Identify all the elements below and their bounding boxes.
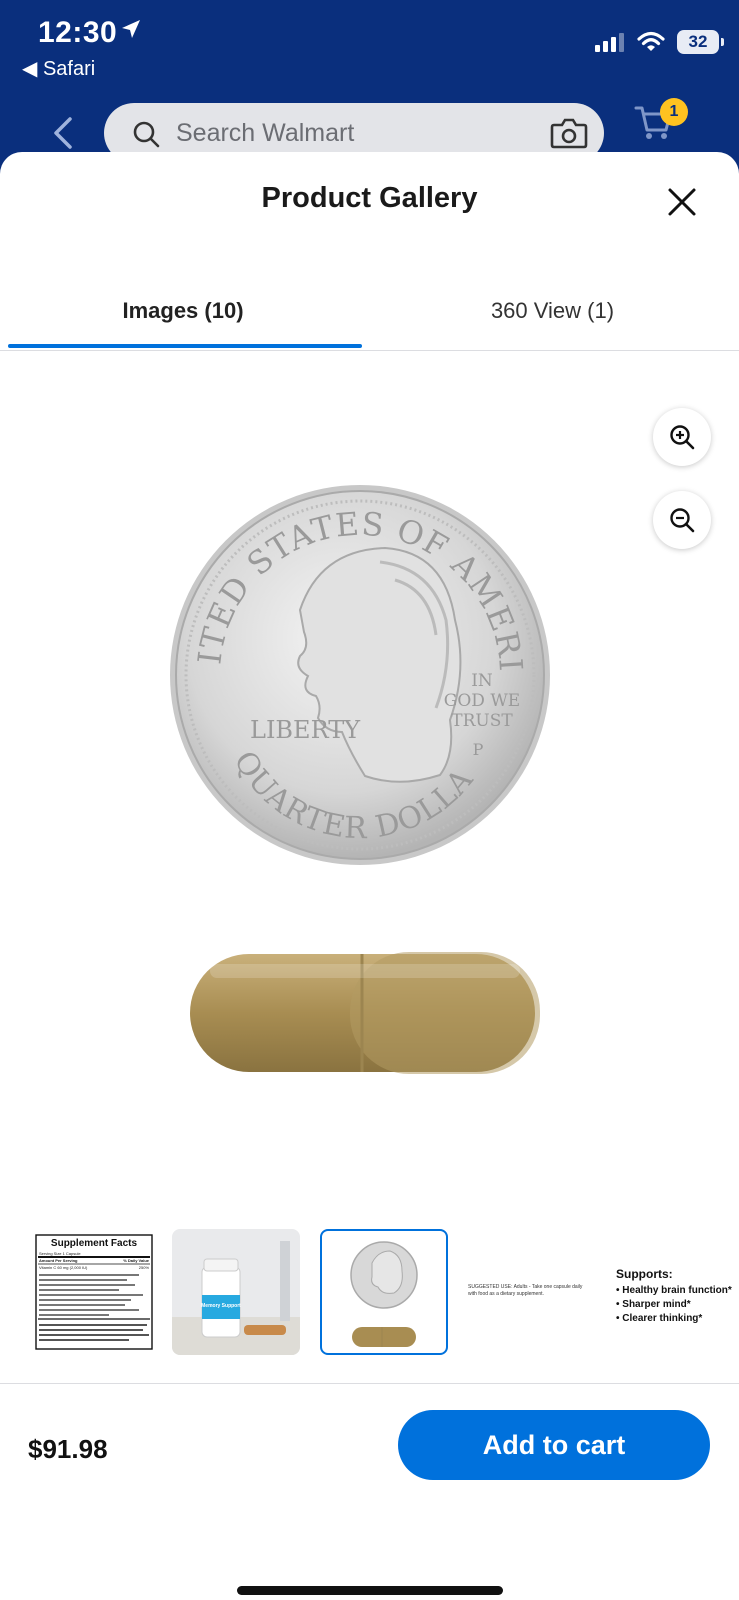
supplement-facts-thumbnail-image: Supplement Facts Serving Size 1 Capsule …: [35, 1234, 153, 1350]
wifi-icon: [637, 31, 665, 51]
thumbnail-bottle-photo[interactable]: Memory Support: [172, 1229, 300, 1355]
add-to-cart-button[interactable]: Add to cart: [398, 1410, 710, 1480]
thumbnail-strip: Supplement Facts Serving Size 1 Capsule …: [0, 1225, 739, 1357]
footer-divider: [0, 1383, 739, 1384]
camera-icon[interactable]: [550, 117, 588, 149]
product-price: $91.98: [28, 1434, 108, 1464]
coin-mint-mark: P: [473, 740, 484, 759]
thumbnail-coin-capsule[interactable]: [320, 1229, 448, 1355]
zoom-out-button[interactable]: [653, 491, 711, 549]
supplement-facts-row1-right: 250%: [139, 1265, 150, 1270]
supplement-facts-row1-left: Vitamin C 60 mg (2,000 IU): [39, 1265, 88, 1270]
quarter-coin: UNITED STATES OF AMERICA QUARTER DOLLAR …: [150, 470, 550, 865]
battery-cap: [721, 38, 724, 46]
thumbnail-supplement-facts[interactable]: Supplement Facts Serving Size 1 Capsule …: [30, 1229, 158, 1355]
battery-level: 32: [688, 32, 708, 51]
supplement-facts-header-left: Amount Per Serving: [39, 1258, 78, 1263]
suggested-use-text: SUGGESTED USE: Adults - Take one capsule…: [468, 1284, 583, 1297]
thumbnail-suggested-use[interactable]: SUGGESTED USE: Adults - Take one capsule…: [462, 1229, 590, 1355]
product-gallery-sheet: Product Gallery Images (10) 360 View (1): [0, 152, 739, 1600]
tab-images[interactable]: Images (10): [0, 298, 366, 324]
sheet-title: Product Gallery: [261, 182, 478, 214]
gallery-tabs: Images (10) 360 View (1): [0, 282, 739, 351]
supplement-facts-header-right: % Daily Value: [123, 1258, 150, 1263]
status-indicators: 32: [595, 30, 724, 54]
coin-motto-line2: GOD WE: [444, 691, 520, 711]
close-icon[interactable]: [662, 182, 702, 222]
supplement-facts-serving: Serving Size 1 Capsule: [39, 1251, 81, 1256]
search-input[interactable]: Search Walmart: [176, 119, 354, 148]
back-chevron-icon[interactable]: [52, 116, 74, 150]
home-indicator[interactable]: [237, 1586, 503, 1595]
battery-indicator: 32: [677, 30, 724, 54]
active-tab-indicator: [8, 344, 362, 348]
coin-motto-line3: TRUST: [451, 711, 513, 731]
supports-item: • Sharper mind*: [616, 1299, 691, 1310]
coin-motto-line1: IN: [471, 671, 493, 691]
capsule: [190, 952, 540, 1074]
supports-title: Supports:: [616, 1267, 673, 1281]
zoom-in-button[interactable]: [653, 408, 711, 466]
location-arrow-icon: [122, 20, 140, 38]
thumbnail-supports[interactable]: Supports: • Healthy brain function* • Sh…: [606, 1229, 739, 1355]
search-icon: [133, 121, 160, 148]
bottle-label-text: Memory Support: [201, 1303, 241, 1309]
status-time: 12:30: [38, 16, 118, 49]
zoom-in-icon: [670, 425, 695, 450]
supports-item: • Healthy brain function*: [616, 1285, 732, 1296]
signal-icon: [595, 33, 624, 52]
cart-count-badge: 1: [660, 98, 688, 126]
back-to-safari-link[interactable]: ◀ Safari: [22, 56, 95, 81]
supports-panel: Supports: • Healthy brain function* • Sh…: [616, 1267, 739, 1326]
supports-item: • Clearer thinking*: [616, 1313, 703, 1324]
coin-liberty-text: LIBERTY: [250, 716, 361, 744]
zoom-out-icon: [670, 508, 695, 533]
tab-360-view[interactable]: 360 View (1): [366, 298, 739, 324]
coin-capsule-thumbnail-image: [350, 1241, 418, 1347]
supplement-facts-title: Supplement Facts: [51, 1238, 138, 1249]
bottle-photo-thumbnail-image: Memory Support: [172, 1229, 300, 1355]
main-product-image[interactable]: UNITED STATES OF AMERICA QUARTER DOLLAR …: [150, 470, 570, 1090]
